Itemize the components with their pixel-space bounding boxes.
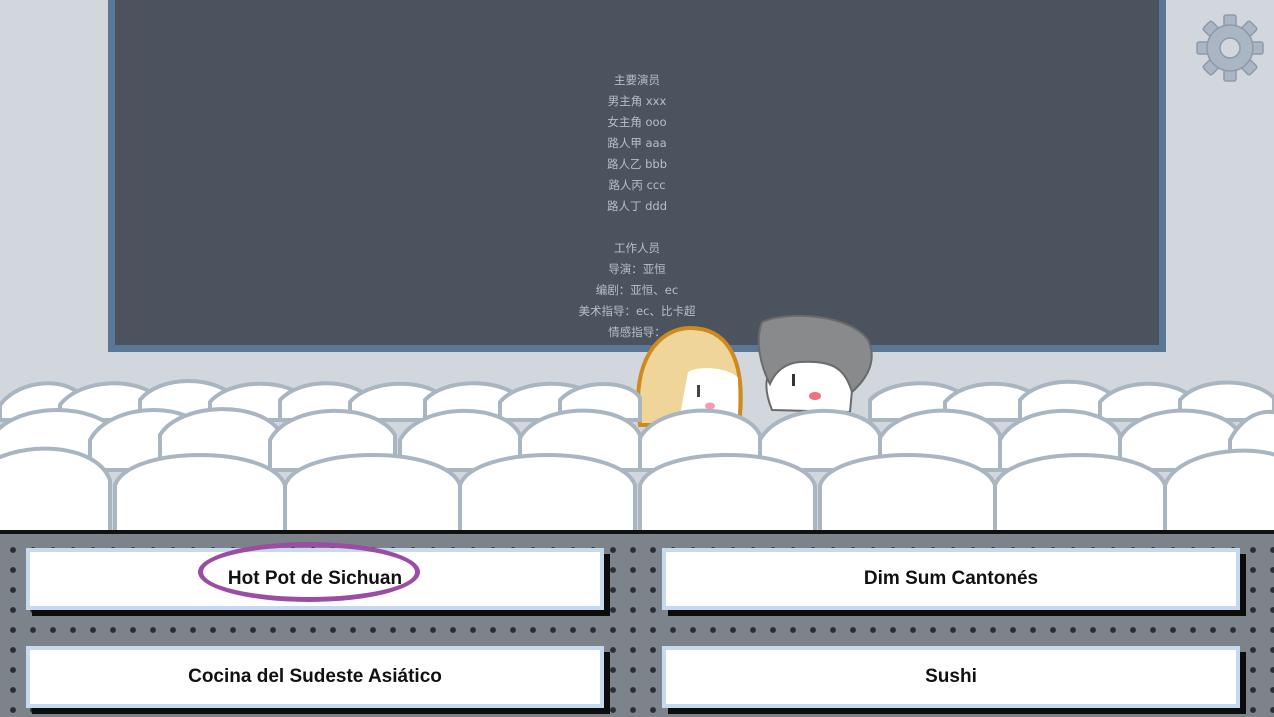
cast-heading: 主要演员: [614, 73, 660, 87]
cast-line: 路人甲 aaa: [607, 136, 667, 150]
theater-seats: [0, 314, 1274, 532]
choice-button-3[interactable]: Cocina del Sudeste Asiático: [26, 646, 604, 708]
cinema-scene: 主要演员 男主角 xxx 女主角 ooo 路人甲 aaa 路人乙 bbb 路人丙…: [0, 0, 1274, 532]
staff-line: 编剧：亚恒、ec: [595, 283, 679, 297]
staff-line: 导演：亚恒: [608, 262, 666, 276]
choice-button-4[interactable]: Sushi: [662, 646, 1240, 708]
choice-label: Sushi: [925, 666, 977, 687]
cast-line: 路人丁 ddd: [606, 199, 668, 213]
cast-line: 路人丙 ccc: [608, 178, 666, 192]
cast-line: 男主角 xxx: [607, 94, 667, 108]
choice-button-1[interactable]: Hot Pot de Sichuan: [26, 548, 604, 610]
choice-label: Cocina del Sudeste Asiático: [188, 666, 442, 687]
choice-panel: Hot Pot de Sichuan Dim Sum Cantonés Coci…: [0, 530, 1274, 717]
boy-character: [757, 314, 873, 414]
choice-label: Dim Sum Cantonés: [863, 568, 1039, 589]
cast-line: 路人乙 bbb: [606, 157, 668, 171]
gear-icon[interactable]: [1196, 14, 1264, 82]
choice-label: Hot Pot de Sichuan: [227, 568, 403, 589]
choice-button-2[interactable]: Dim Sum Cantonés: [662, 548, 1240, 610]
staff-heading: 工作人员: [614, 241, 660, 255]
cast-line: 女主角 ooo: [607, 115, 667, 129]
